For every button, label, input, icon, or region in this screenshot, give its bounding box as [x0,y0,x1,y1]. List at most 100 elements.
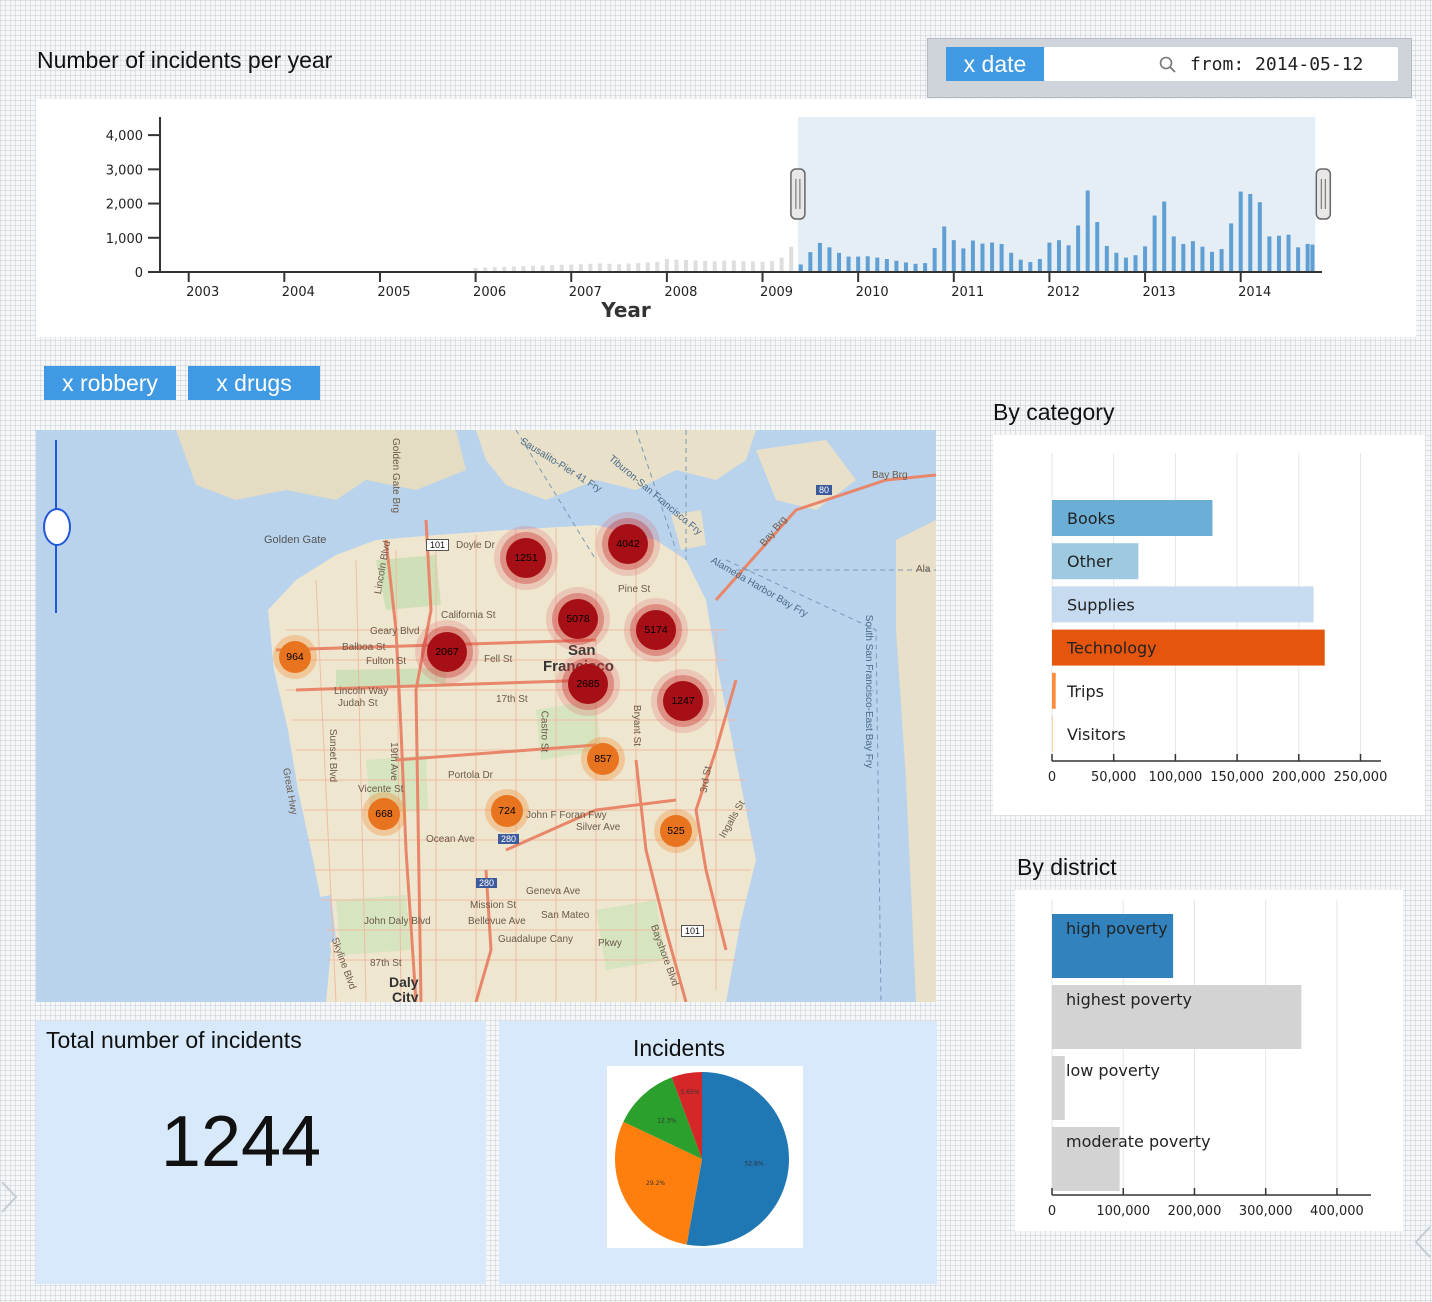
map-label-bellevue: Bellevue Ave [468,916,526,927]
timeline-bar [1305,243,1310,272]
map-label-ocean: Ocean Ave [426,834,475,845]
timeline-bar [731,260,736,272]
timeline-bar [894,260,899,272]
timeline-x-tick-label: 2005 [377,285,410,300]
timeline-x-tick-label: 2011 [951,285,984,300]
map-label-bryant: Bryant St [631,704,643,747]
map-label-golden-gate: Golden Gate [264,534,327,546]
category-chart[interactable]: Books Other Supplies Technology Trips Visitor… [993,435,1425,815]
bar [1052,672,1056,709]
pie-chart[interactable]: 52.8% 29.2% 12.3% 5.65% [607,1066,803,1248]
timeline-bar [856,256,861,272]
drugs-filter-chip[interactable]: x drugs [188,366,320,400]
timeline-bar [1133,255,1138,272]
timeline-bar [846,256,851,272]
map-cluster[interactable]: 2685 [568,664,608,704]
timeline-bar [1276,235,1281,272]
map-cluster[interactable]: 5174 [636,610,676,650]
timeline-bar [1104,245,1109,272]
brush-handle-left[interactable] [790,168,806,220]
timeline-bar [1085,190,1090,272]
map-cluster[interactable]: 525 [660,815,692,847]
pie-slice-label: 12.3% [657,1118,676,1125]
timeline-bar [760,261,765,272]
bar-label: low poverty [1066,1061,1160,1080]
right-arrow-icon[interactable] [1414,1225,1432,1259]
timeline-bar [1310,244,1315,272]
timeline-bar [1286,234,1291,272]
timeline-bar [693,260,698,272]
bar-label: Technology [1066,639,1157,658]
map-label-city: City [392,989,419,1002]
shield-101-south: 101 [681,925,705,937]
timeline-bar [1171,236,1176,272]
district-chart[interactable]: high poverty highest poverty low poverty mo… [1015,890,1403,1231]
timeline-bar [1037,258,1042,272]
map-panel[interactable]: Golden Gate California St Geary Blvd Bal… [36,430,936,1002]
timeline-y-tick-label: 2,000 [106,198,143,213]
timeline-bar [1200,246,1205,272]
left-arrow-icon[interactable] [0,1180,18,1214]
timeline-bar [999,243,1004,272]
timeline-bar [827,247,832,272]
search-input[interactable]: from: 2014-05-12 [1044,47,1398,81]
search-value: from: 2014-05-12 [1190,54,1364,75]
pie-title: Incidents [632,1035,726,1061]
timeline-bar [1219,249,1224,272]
timeline-bar [674,259,679,272]
map-cluster[interactable]: 1251 [506,538,546,578]
robbery-filter-chip[interactable]: x robbery [44,366,176,400]
map-label-judah: Judah St [338,698,378,709]
map-cluster[interactable]: 857 [587,743,619,775]
pie-slice-label: 52.8% [744,1161,763,1168]
category-title: By category [993,399,1115,425]
timeline-bar [970,240,975,272]
map-label-lincoln-way: Lincoln Way [334,686,389,697]
x-tick-label: 100,000 [1149,770,1203,785]
bar-label: highest poverty [1066,990,1192,1009]
timeline-bar [741,261,746,272]
map-label-silver: Silver Ave [576,822,621,833]
brush-handle-right[interactable] [1315,168,1332,220]
timeline-bar [1047,242,1052,272]
timeline-chart[interactable]: 4,000 3,000 2,000 1,000 0 2003 2004 2005 2006 200… [36,99,1416,337]
pie-slice-label: 29.2% [646,1180,665,1187]
map-label-ala: Ala [916,564,931,575]
timeline-x-tick-label: 2006 [473,285,506,300]
timeline-bar [932,248,937,272]
map-label-san-mateo: San Mateo [541,910,590,921]
map-label-19th: 19th Ave [387,742,399,781]
date-filter-chip[interactable]: x date [946,47,1044,81]
total-value: 1244 [160,1102,322,1182]
map-cluster[interactable]: 5078 [558,599,598,639]
x-tick-label: 50,000 [1091,770,1137,785]
map-cluster[interactable]: 4042 [608,524,648,564]
bar [1052,716,1053,752]
timeline-bar [808,252,813,272]
zoom-slider-handle[interactable] [43,508,71,546]
total-panel: Total number of incidents 1244 [36,1021,486,1284]
timeline-bar [1181,243,1186,272]
timeline-bar [1028,262,1033,272]
x-tick-label: 200,000 [1168,1204,1222,1219]
map-cluster[interactable]: 724 [491,795,523,827]
timeline-x-tick-label: 2004 [282,285,315,300]
shield-101-north: 101 [426,539,450,551]
map-label-pkwy: Pkwy [598,938,622,949]
timeline-y-tick-label: 3,000 [106,163,143,178]
timeline-bar [636,263,641,272]
timeline-bar [789,246,794,272]
map-cluster[interactable]: 964 [279,641,311,673]
bar-label: Trips [1066,682,1104,701]
map-label-vicente: Vicente St [358,784,404,795]
map-label-fulton: Fulton St [366,656,407,667]
shield-280-a: 280 [498,834,520,844]
timeline-bar [1152,215,1157,272]
timeline-bar [1009,252,1014,272]
timeline-bar [1257,202,1262,272]
timeline-bar [798,264,803,272]
map-cluster[interactable]: 1247 [663,681,703,721]
map-label-john-foran: John F Foran Fwy [526,810,607,821]
map-cluster[interactable]: 2067 [427,632,467,672]
map-cluster[interactable]: 668 [368,798,400,830]
